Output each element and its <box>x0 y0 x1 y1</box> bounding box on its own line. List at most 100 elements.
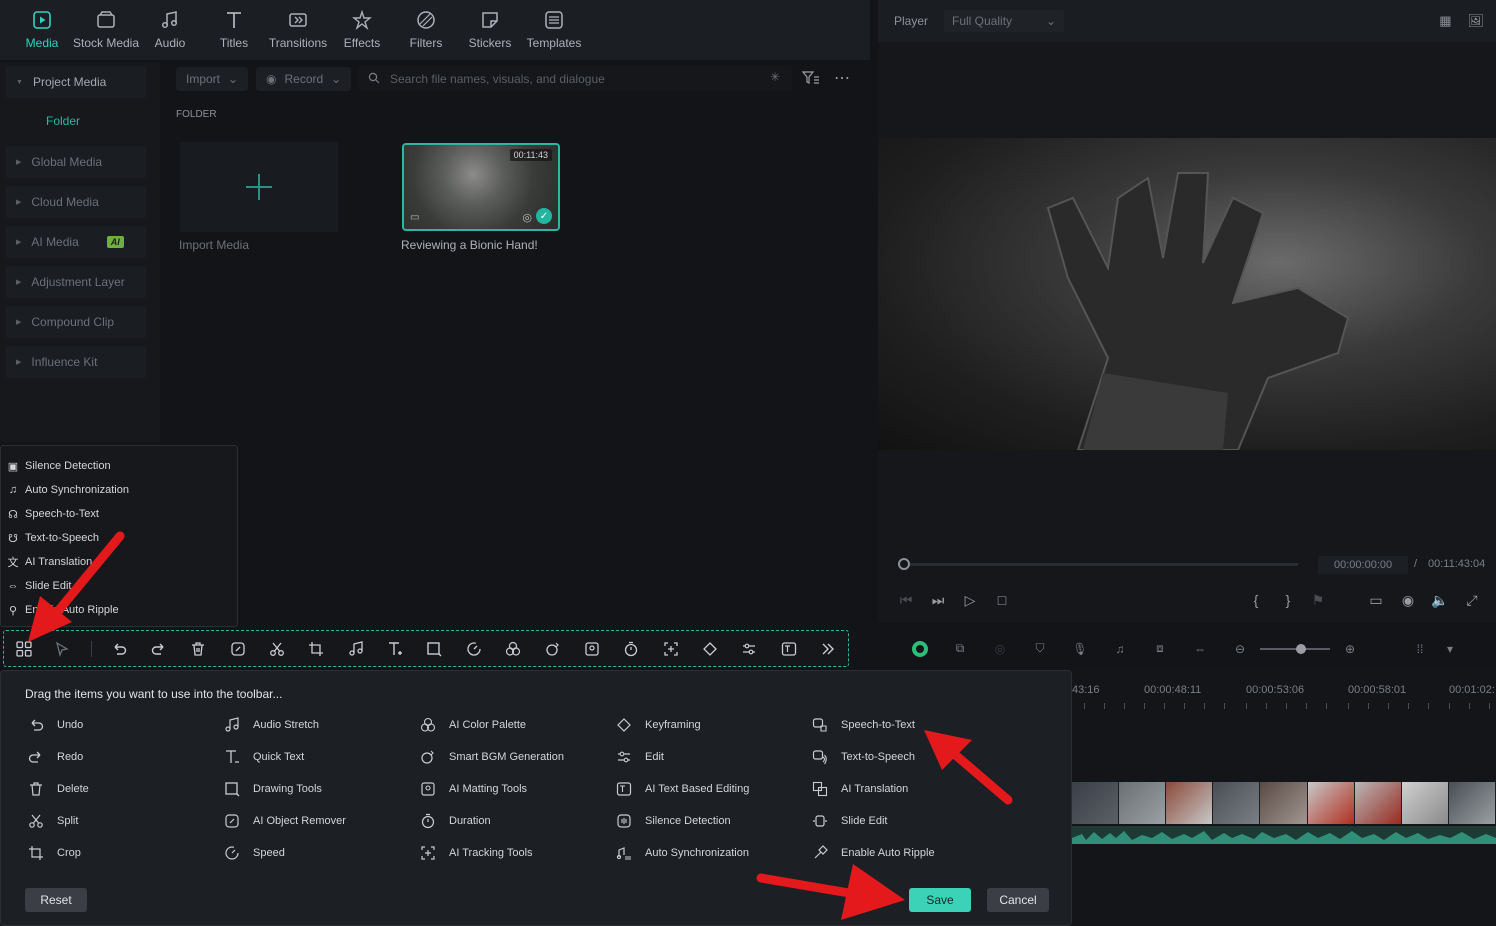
ai-color-palette-icon[interactable] <box>493 634 532 664</box>
tool-crop[interactable]: Crop <box>25 845 81 861</box>
ai-text-editing-icon[interactable] <box>769 634 808 664</box>
popup-item-silence-detection[interactable]: ▣ Silence Detection <box>7 460 111 473</box>
audio-waveform[interactable] <box>1072 826 1496 844</box>
tool-split[interactable]: Split <box>25 813 78 829</box>
tool-ai-translation[interactable]: AI Translation <box>809 781 908 797</box>
tool-delete[interactable]: Delete <box>25 781 89 797</box>
tool-ai-text-based-editing[interactable]: AI Text Based Editing <box>613 781 749 797</box>
display-icon[interactable]: ▭ <box>1366 590 1386 610</box>
image-icon[interactable]: 🖼 <box>1467 13 1484 29</box>
tool-smart-bgm[interactable]: Smart BGM Generation <box>417 749 564 765</box>
sidebar-item-compound-clip[interactable]: ▶ Compound Clip <box>6 306 146 338</box>
tab-audio[interactable]: Audio <box>138 0 202 58</box>
tool-redo[interactable]: Redo <box>25 749 83 765</box>
sidebar-item-ai-media[interactable]: ▶ AI Media AI <box>6 226 146 258</box>
redo-icon[interactable] <box>139 634 178 664</box>
tool-ai-object-remover[interactable]: AI Object Remover <box>221 813 346 829</box>
popup-item-auto-synchronization[interactable]: ♫ Auto Synchronization <box>7 484 129 496</box>
select-tool-icon[interactable] <box>43 634 82 664</box>
tool-edit[interactable]: Edit <box>613 749 664 765</box>
media-clip-thumbnail[interactable]: 00:11:43 ▭ ◎ ✓ <box>402 143 560 231</box>
tool-keyframing[interactable]: Keyframing <box>613 717 701 733</box>
auto-ripple-timeline-icon[interactable]: ⧈ <box>1140 634 1180 664</box>
playback-scrubber[interactable] <box>898 563 1298 566</box>
import-media-tile[interactable] <box>180 142 338 232</box>
edit-adjust-icon[interactable] <box>730 634 769 664</box>
delete-icon[interactable] <box>178 634 217 664</box>
popup-item-speech-to-text[interactable]: ☊ Speech-to-Text <box>7 508 99 521</box>
speed-icon[interactable] <box>454 634 493 664</box>
stop-icon[interactable]: □ <box>992 590 1012 610</box>
tool-slide-edit[interactable]: Slide Edit <box>809 813 887 829</box>
tool-quick-text[interactable]: Quick Text <box>221 749 304 765</box>
audio-stretch-icon[interactable] <box>336 634 375 664</box>
save-button[interactable]: Save <box>909 888 971 912</box>
next-frame-icon[interactable]: ⏭ <box>928 590 948 610</box>
zoom-out-icon[interactable]: ⊖ <box>1220 634 1260 664</box>
sidebar-item-adjustment-layer[interactable]: ▶ Adjustment Layer <box>6 266 146 298</box>
expand-more-icon[interactable] <box>808 634 847 664</box>
ai-object-remover-icon[interactable] <box>218 634 257 664</box>
tab-transitions[interactable]: Transitions <box>266 0 330 58</box>
tool-auto-synchronization[interactable]: Auto Synchronization <box>613 845 749 861</box>
timeline-area[interactable]: 43:16 00:00:48:11 00:00:53:06 00:00:58:0… <box>1072 670 1496 926</box>
render-icon[interactable]: ◎ <box>980 634 1020 664</box>
zoom-slider[interactable] <box>1260 643 1330 654</box>
ai-matting-icon[interactable] <box>572 634 611 664</box>
video-preview[interactable] <box>878 138 1496 450</box>
tool-text-to-speech[interactable]: Text-to-Speech <box>809 749 915 765</box>
video-track-clip[interactable] <box>1072 782 1496 824</box>
tool-ai-tracking[interactable]: AI Tracking Tools <box>417 845 533 861</box>
music-list-icon[interactable]: ♫ <box>1100 634 1140 664</box>
keyframing-icon[interactable] <box>690 634 729 664</box>
split-icon[interactable] <box>257 634 296 664</box>
previous-frame-icon[interactable]: ⏮ <box>896 590 916 610</box>
fullscreen-icon[interactable]: ⤢ <box>1462 590 1482 610</box>
shield-icon[interactable]: ⛉ <box>1020 634 1060 664</box>
sidebar-item-cloud-media[interactable]: ▶ Cloud Media <box>6 186 146 218</box>
volume-icon[interactable]: 🔈 <box>1430 590 1450 610</box>
quick-text-icon[interactable] <box>375 634 414 664</box>
quality-dropdown[interactable]: Full Quality ⌄ <box>944 10 1065 32</box>
sidebar-item-global-media[interactable]: ▶ Global Media <box>6 146 146 178</box>
ai-tracking-icon[interactable] <box>651 634 690 664</box>
tab-templates[interactable]: Templates <box>522 0 586 58</box>
scrubber-handle[interactable] <box>898 558 910 570</box>
tool-speech-to-text[interactable]: Speech-to-Text <box>809 717 915 733</box>
tool-speed[interactable]: Speed <box>221 845 285 861</box>
snapshot-icon[interactable]: ◉ <box>1398 590 1418 610</box>
sidebar-item-influence-kit[interactable]: ▶ Influence Kit <box>6 346 146 378</box>
record-dropdown[interactable]: ◉ Record ⌄ <box>256 67 352 91</box>
tab-effects[interactable]: Effects <box>330 0 394 58</box>
layout-grid-icon[interactable]: ⁞⁞ <box>1400 634 1440 664</box>
popup-item-enable-auto-ripple[interactable]: ⚲ Enable Auto Ripple <box>7 604 119 617</box>
tool-ai-matting[interactable]: AI Matting Tools <box>417 781 527 797</box>
microphone-icon[interactable]: 🎙 <box>1060 634 1100 664</box>
add-media-track-icon[interactable]: ⧉ <box>940 634 980 664</box>
customize-toolbar-icon[interactable] <box>4 634 43 664</box>
tool-ai-color-palette[interactable]: AI Color Palette <box>417 717 526 733</box>
tool-undo[interactable]: Undo <box>25 717 83 733</box>
import-dropdown[interactable]: Import ⌄ <box>176 67 249 91</box>
drawing-tools-icon[interactable] <box>415 634 454 664</box>
crop-icon[interactable] <box>297 634 336 664</box>
popup-item-ai-translation[interactable]: 文 AI Translation <box>7 556 93 569</box>
reset-button[interactable]: Reset <box>25 888 87 912</box>
undo-icon[interactable] <box>100 634 139 664</box>
play-icon[interactable]: ▷ <box>960 590 980 610</box>
zoom-in-icon[interactable]: ⊕ <box>1330 634 1370 664</box>
duration-icon[interactable] <box>612 634 651 664</box>
cancel-button[interactable]: Cancel <box>987 888 1049 912</box>
tool-silence-detection[interactable]: Silence Detection <box>613 813 731 829</box>
chevron-down-icon[interactable]: ▾ <box>1440 634 1460 664</box>
sidebar-item-project-media[interactable]: ▼ Project Media <box>6 66 146 98</box>
tab-stickers[interactable]: Stickers <box>458 0 522 58</box>
search-input[interactable]: Search file names, visuals, and dialogue <box>358 67 792 91</box>
popup-item-text-to-speech[interactable]: ☋ Text-to-Speech <box>7 532 99 545</box>
zoom-slider-handle[interactable] <box>1296 643 1306 654</box>
popup-item-slide-edit[interactable]: ⇔ Slide Edit <box>7 580 72 592</box>
tool-drawing-tools[interactable]: Drawing Tools <box>221 781 322 797</box>
ai-copilot-icon[interactable] <box>900 634 940 664</box>
tab-titles[interactable]: Titles <box>202 0 266 58</box>
tab-stock-media[interactable]: Stock Media <box>73 0 139 58</box>
